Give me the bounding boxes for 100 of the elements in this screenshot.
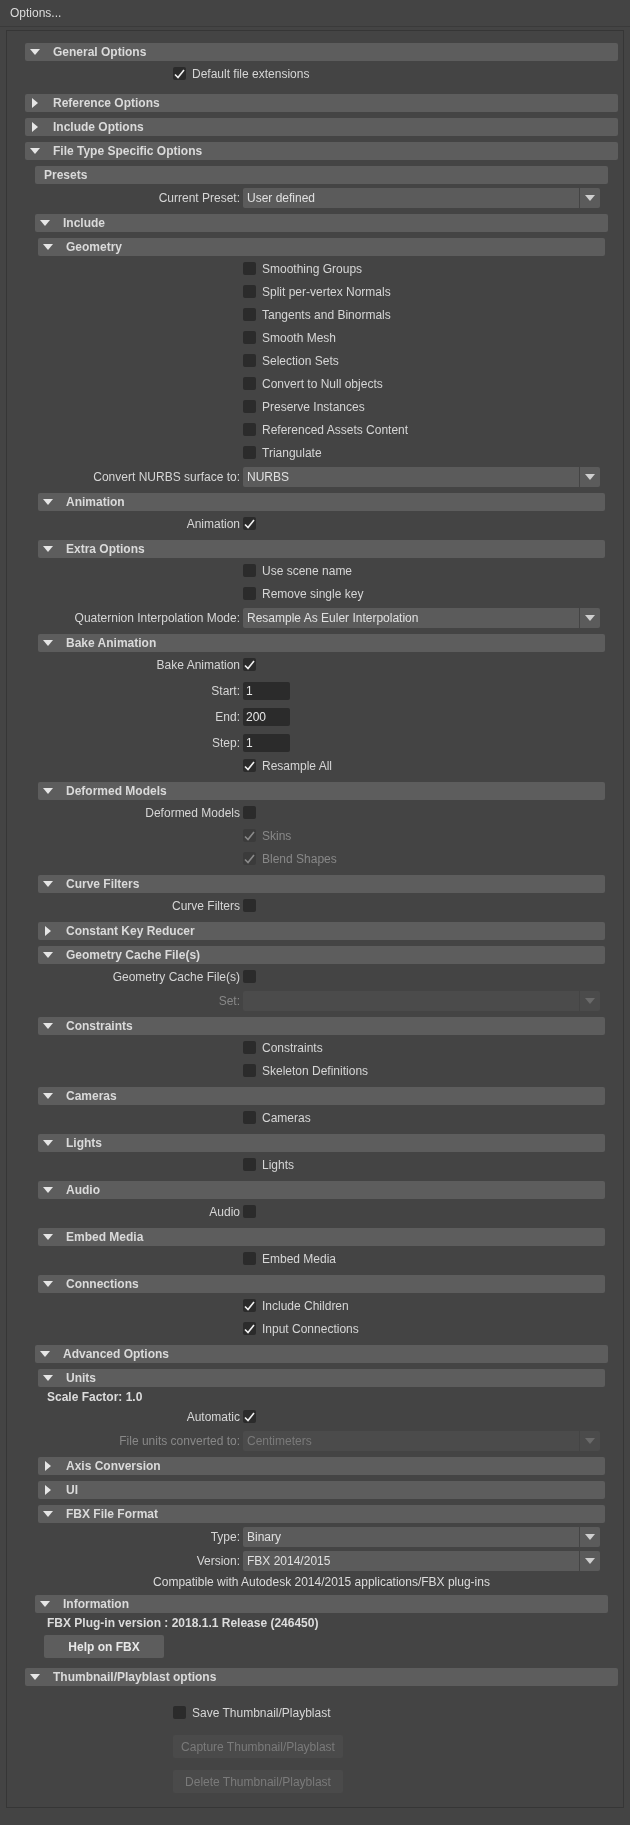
section-header[interactable]: General Options <box>25 43 618 61</box>
checkbox[interactable] <box>243 899 256 912</box>
checkbox-label: Audio <box>209 1204 240 1219</box>
checkbox-label: Geometry Cache File(s) <box>112 969 240 984</box>
checkbox-label: Embed Media <box>262 1251 337 1266</box>
section-header[interactable]: Geometry Cache File(s) <box>38 946 605 964</box>
section-header[interactable]: Connections <box>38 1275 605 1293</box>
checkbox-label: Convert to Null objects <box>262 376 383 391</box>
section-header[interactable]: Constant Key Reducer <box>38 922 605 940</box>
checkbox[interactable] <box>243 1041 256 1054</box>
section-header[interactable]: Units <box>38 1369 605 1387</box>
collapse-arrow-icon <box>43 1234 53 1240</box>
checkbox-label: Smoothing Groups <box>262 261 363 276</box>
checkbox[interactable] <box>243 564 256 577</box>
dropdown-label: Quaternion Interpolation Mode: <box>74 610 240 625</box>
caret-icon <box>585 1533 595 1540</box>
section-header[interactable]: Cameras <box>38 1087 605 1105</box>
checkmark-icon <box>244 518 255 529</box>
checkbox[interactable] <box>243 1158 256 1171</box>
dropdown[interactable]: Resample As Euler Interpolation <box>243 607 600 628</box>
expand-arrow-icon <box>30 98 40 108</box>
checkbox[interactable] <box>243 308 256 321</box>
checkbox[interactable] <box>243 587 256 600</box>
expand-arrow-icon <box>30 122 40 132</box>
action-button[interactable]: Help on FBX <box>44 1635 164 1658</box>
checkbox[interactable] <box>243 1111 256 1124</box>
section-header[interactable]: Deformed Models <box>38 782 605 800</box>
collapse-arrow-icon <box>43 1511 53 1517</box>
checkmark-icon <box>244 1323 255 1334</box>
section-header[interactable]: Bake Animation <box>38 634 605 652</box>
section-header[interactable]: Include <box>35 214 608 232</box>
collapse-arrow-icon <box>43 1281 53 1287</box>
checkmark-icon <box>244 830 255 841</box>
checkbox-label: Curve Filters <box>172 898 240 913</box>
checkbox[interactable] <box>243 806 256 819</box>
checkbox[interactable] <box>243 377 256 390</box>
section-header[interactable]: UI <box>38 1481 605 1499</box>
field-label: End: <box>215 709 240 724</box>
checkbox[interactable] <box>243 1252 256 1265</box>
checkbox[interactable] <box>243 400 256 413</box>
section-header[interactable]: Geometry <box>38 238 605 256</box>
field-label: Start: <box>211 683 240 698</box>
dropdown[interactable]: Binary <box>243 1526 600 1547</box>
collapse-arrow-icon <box>43 546 53 552</box>
collapse-arrow-icon <box>43 788 53 794</box>
section-header[interactable]: Information <box>35 1595 608 1613</box>
section-header[interactable]: Reference Options <box>25 94 618 112</box>
collapse-arrow-icon <box>43 1140 53 1146</box>
section-header[interactable]: Animation <box>38 493 605 511</box>
dropdown-label: Type: <box>210 1529 240 1544</box>
dropdown[interactable]: NURBS <box>243 466 600 487</box>
checkbox[interactable] <box>243 446 256 459</box>
section-header[interactable]: Constraints <box>38 1017 605 1035</box>
checkbox-label: Input Connections <box>262 1321 359 1336</box>
section-header[interactable]: Advanced Options <box>35 1345 608 1363</box>
section-header[interactable]: Thumbnail/Playblast options <box>25 1668 618 1686</box>
section-header[interactable]: FBX File Format <box>38 1505 605 1523</box>
expand-arrow-icon <box>43 1485 53 1495</box>
checkbox[interactable] <box>243 1064 256 1077</box>
checkmark-icon <box>174 68 185 79</box>
dropdown[interactable]: User defined <box>243 187 600 208</box>
checkmark-icon <box>244 1300 255 1311</box>
section-header[interactable]: File Type Specific Options <box>25 142 618 160</box>
section-header[interactable]: Include Options <box>25 118 618 136</box>
checkbox[interactable] <box>243 354 256 367</box>
checkbox-label: Referenced Assets Content <box>262 422 409 437</box>
checkbox[interactable] <box>243 262 256 275</box>
collapse-arrow-icon <box>43 952 53 958</box>
section-header[interactable]: Axis Conversion <box>38 1457 605 1475</box>
section-header[interactable]: Lights <box>38 1134 605 1152</box>
checkbox[interactable] <box>243 285 256 298</box>
section-header[interactable]: Audio <box>38 1181 605 1199</box>
dropdown[interactable]: FBX 2014/2015 <box>243 1550 600 1571</box>
collapse-arrow-icon <box>43 1093 53 1099</box>
checkbox-label: Skeleton Definitions <box>262 1063 369 1078</box>
collapse-arrow-icon <box>30 148 40 154</box>
window-title-bar: Options... <box>0 0 630 27</box>
checkbox-label: Blend Shapes <box>262 851 337 866</box>
section-header[interactable]: Curve Filters <box>38 875 605 893</box>
checkbox-label: Deformed Models <box>145 805 240 820</box>
input-field[interactable]: 1 <box>243 733 290 752</box>
section-header[interactable]: Extra Options <box>38 540 605 558</box>
checkbox-label: Remove single key <box>262 586 364 601</box>
checkmark-icon <box>244 659 255 670</box>
checkbox-label: Resample All <box>262 758 333 773</box>
checkbox[interactable] <box>243 423 256 436</box>
checkbox[interactable] <box>173 1706 186 1719</box>
info-text: FBX Plug-in version : 2018.1.1 Release (246450) <box>46 1616 320 1630</box>
checkbox-label: Automatic <box>186 1409 240 1424</box>
checkbox[interactable] <box>243 970 256 983</box>
checkbox[interactable] <box>243 1205 256 1218</box>
dropdown-label: Version: <box>196 1553 240 1568</box>
checkbox-label: Use scene name <box>262 563 353 578</box>
input-field[interactable]: 200 <box>243 707 290 726</box>
section-header[interactable]: Embed Media <box>38 1228 605 1246</box>
collapse-arrow-icon <box>43 244 53 250</box>
input-field[interactable]: 1 <box>243 681 290 700</box>
checkbox[interactable] <box>243 331 256 344</box>
info-text: Scale Factor: 1.0 <box>46 1390 144 1404</box>
section-header[interactable]: Presets <box>35 166 608 184</box>
